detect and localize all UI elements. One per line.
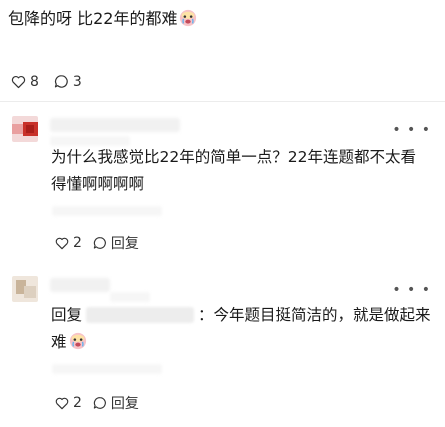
avatar-image <box>12 276 38 302</box>
avatar-image <box>12 116 38 142</box>
comment-like-button[interactable]: 2 <box>54 235 82 251</box>
comment-item: • • • 为什么我感觉比22年的简单一点？22年连题都不太看得懂啊啊啊啊 2 … <box>0 110 445 260</box>
heart-outline-icon <box>11 75 26 89</box>
comment-reply-button[interactable]: 回复 <box>92 233 139 253</box>
meta-redacted <box>110 292 150 302</box>
more-dots-icon[interactable]: • • • <box>392 282 431 298</box>
post-actions: 8 3 <box>10 73 96 90</box>
avatar[interactable] <box>12 116 38 142</box>
comment-item: • • • 回复 ：今年题目挺简洁的，就是做起来难 2 回复 <box>0 270 445 420</box>
avatar[interactable] <box>12 276 38 302</box>
post-comment-count: 3 <box>72 73 82 90</box>
post-like-button[interactable]: 8 <box>10 73 39 90</box>
time-redacted <box>52 364 162 374</box>
comment-actions: 2 回复 <box>54 233 149 253</box>
crying-face-emoji-icon <box>180 9 197 27</box>
speech-bubble-icon <box>93 397 106 409</box>
speech-bubble-icon <box>93 237 106 249</box>
post-comment-button[interactable]: 3 <box>53 73 82 90</box>
heart-outline-icon <box>55 237 69 250</box>
post-text-content: 包降的呀 比22年的都难 <box>8 9 178 28</box>
comment-text: 为什么我感觉比22年的简单一点？22年连题都不太看得懂啊啊啊啊 <box>51 148 416 193</box>
time-redacted <box>52 206 162 216</box>
more-dots-icon[interactable]: • • • <box>392 122 431 138</box>
username-redacted <box>50 118 180 132</box>
mention-redacted[interactable] <box>86 307 195 323</box>
post-text: 包降的呀 比22年的都难 <box>8 8 197 30</box>
comment-like-count: 2 <box>73 395 82 411</box>
reply-label: 回复 <box>110 236 139 252</box>
speech-bubble-icon <box>54 75 68 88</box>
comment-text: 回复 ：今年题目挺简洁的，就是做起来难 <box>51 302 431 356</box>
reply-label: 回复 <box>110 396 139 412</box>
comment-like-button[interactable]: 2 <box>54 395 82 411</box>
username-redacted <box>50 278 110 292</box>
post-like-count: 8 <box>30 73 39 90</box>
section-divider <box>0 101 445 102</box>
crying-face-emoji-icon <box>69 332 86 350</box>
comment-actions: 2 回复 <box>54 393 149 413</box>
heart-outline-icon <box>55 397 69 410</box>
reply-prefix: 回复 <box>51 306 83 324</box>
comment-reply-button[interactable]: 回复 <box>92 393 139 413</box>
comment-like-count: 2 <box>73 235 82 251</box>
